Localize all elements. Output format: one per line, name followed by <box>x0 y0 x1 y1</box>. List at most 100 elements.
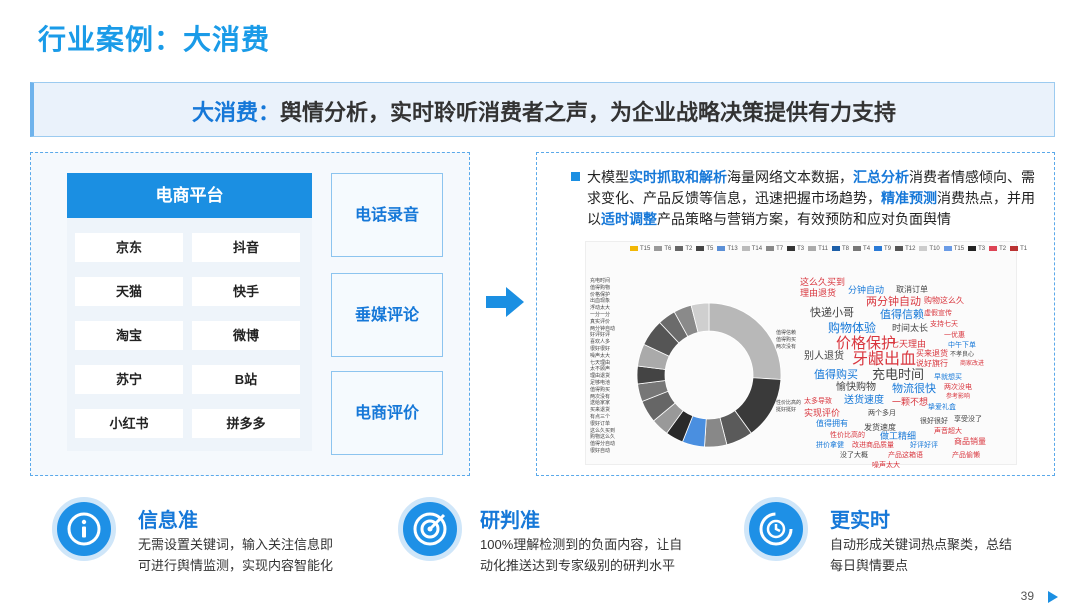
cloud-word: 挚爱礼盒 <box>928 404 956 411</box>
feature-desc: 自动形成关键词热点聚类，总结 每日舆情要点 <box>830 534 1012 576</box>
feature-title: 研判准 <box>480 510 540 532</box>
legend-swatch <box>696 246 705 251</box>
cloud-word: 产品偷懒 <box>952 452 980 459</box>
keyword-word-cloud: 这么久买到 理由退货 分钟自动 取消订单 两分钟自动 购物这么久 快递小哥 值得信赖 虚假宣传支… <box>788 276 1014 470</box>
platform-item: 苏宁 <box>75 365 183 394</box>
topic-donut-chart <box>636 302 782 448</box>
cloud-word: 早就想买 <box>934 374 962 381</box>
cloud-word: 愉快购物 <box>836 382 876 393</box>
feature-desc-line: 无需设置关键词，输入关注信息即 <box>138 537 334 552</box>
cloud-word: 参考影响 <box>946 394 971 400</box>
cloud-word: 支持七天 <box>930 321 958 328</box>
feature-desc-line: 动化推送达到专家级别的研判水平 <box>480 558 676 573</box>
cloud-word: 说好旗行 <box>916 359 948 368</box>
donut-label: 很好订单 <box>590 420 611 427</box>
legend-label: T2 <box>999 246 1007 253</box>
platform-item: 微博 <box>192 321 300 350</box>
cloud-word: 分钟自动 <box>848 285 885 295</box>
donut-left-labels: 充电时间 值得购物 价格保护 出血现象 浮动太大 一分一分 真实评价 两分钟自动 好评好评 喜欢人… <box>590 278 615 455</box>
legend-swatch <box>874 246 883 251</box>
legend-label: T3 <box>978 246 986 253</box>
info-icon <box>52 497 116 561</box>
bullet-icon <box>571 172 580 181</box>
feature-desc-line: 自动形成关键词热点聚类，总结 <box>830 537 1013 552</box>
cloud-word: 值得拥有 <box>816 419 848 428</box>
legend-swatch <box>968 246 977 251</box>
legend-swatch <box>654 246 663 251</box>
cloud-word: 虚假宣传 <box>924 310 952 317</box>
analysis-description: 大模型实时抓取和解析海量网络文本数据，汇总分析消费者情感倾向、需求变化、产品反馈… <box>587 167 1047 230</box>
legend-label: T14 <box>751 246 763 253</box>
cloud-word: 声音超大 <box>934 428 962 435</box>
platform-header: 电商平台 <box>67 173 312 218</box>
donut-slice <box>708 302 782 380</box>
cloud-word: 这么久买到 <box>800 277 846 287</box>
donut-label: 一分一分 <box>590 311 611 318</box>
cloud-word: 改进商品质量 <box>852 442 894 449</box>
clock-icon <box>744 497 808 561</box>
legend-swatch <box>766 246 775 251</box>
legend-swatch <box>1010 246 1019 251</box>
legend-label: T15 <box>953 246 965 253</box>
legend-label: T6 <box>664 246 672 253</box>
legend-label: T1 <box>1020 246 1028 253</box>
legend-label: T7 <box>776 246 784 253</box>
platform-item: 京东 <box>75 233 183 262</box>
cloud-word: 买来退货 <box>916 349 948 358</box>
desc-text: 海量网络文本数据， <box>727 169 853 185</box>
cloud-word: 一优惠 <box>944 332 965 339</box>
desc-highlight: 精准预测 <box>881 190 937 206</box>
cloud-word: 购物这么久 <box>924 296 964 305</box>
donut-label: 值得分自动 <box>590 441 616 448</box>
banner-accent: 大消费： <box>191 100 280 125</box>
feature-desc-line: 100%理解检测到的负面内容，让自 <box>480 537 683 552</box>
feature-desc: 100%理解检测到的负面内容，让自 动化推送达到专家级别的研判水平 <box>480 534 682 576</box>
cloud-word: 两个多月 <box>868 410 896 417</box>
cloud-word: 快递小哥 <box>810 307 854 319</box>
feature-title: 信息准 <box>138 510 198 532</box>
platform-item: 淘宝 <box>75 321 183 350</box>
feature-desc-line: 可进行舆情监测，实现内容智能化 <box>138 558 334 573</box>
donut-label: 值得购物 <box>590 284 611 291</box>
cloud-word: 没了大概 <box>840 452 868 459</box>
cloud-word: 商品销量 <box>954 437 986 446</box>
data-sources-panel: 电商平台 京东 抖音 天猫 快手 淘宝 微博 苏宁 B站 小红书 拼多多 电话录… <box>30 152 470 476</box>
cloud-word: 一颗不想 <box>892 397 929 407</box>
legend-swatch <box>989 246 998 251</box>
legend-swatch <box>787 246 796 251</box>
donut-label: 很好自动 <box>590 447 611 454</box>
legend-swatch <box>895 246 904 251</box>
cloud-word: 送货速度 <box>844 395 884 406</box>
donut-label: 噪声太大 <box>590 352 611 359</box>
banner-text: 大消费：舆情分析，实时聆听消费者之声，为企业战略决策提供有力支持 <box>34 95 1054 127</box>
desc-highlight: 实时抓取和解析 <box>629 169 727 185</box>
cloud-word: 实现评价 <box>804 408 841 418</box>
cloud-word: 两次没电 <box>944 384 972 391</box>
donut-label: 真实评价 <box>590 318 611 325</box>
legend-label: T5 <box>706 246 714 253</box>
cloud-word: 太多导致 <box>804 398 832 405</box>
legend-label: T11 <box>818 246 829 253</box>
legend-swatch <box>717 246 726 251</box>
platform-item: 小红书 <box>75 409 183 438</box>
legend-swatch <box>919 246 928 251</box>
legend-swatch <box>630 246 638 251</box>
platform-item: 天猫 <box>75 277 183 306</box>
legend-swatch <box>943 246 952 251</box>
cloud-word: 性价比高的 <box>830 432 865 439</box>
banner-body: 舆情分析，实时聆听消费者之声，为企业战略决策提供有力支持 <box>280 100 897 125</box>
source-card-reviews: 电商评价 <box>331 371 443 455</box>
legend-label: T8 <box>842 246 850 253</box>
legend-label: T3 <box>797 246 805 253</box>
donut-label: 理由退货 <box>590 373 611 380</box>
platform-item: 快手 <box>192 277 300 306</box>
cloud-word: 价格保护 <box>836 335 897 352</box>
legend-swatch <box>808 246 817 251</box>
page-number: 39 <box>1020 589 1034 603</box>
donut-label: 喜欢人多 <box>590 339 611 346</box>
desc-highlight: 适时调整 <box>601 211 657 227</box>
donut-label: 值得购买 <box>590 386 611 393</box>
donut-label: 充电时间 <box>590 278 611 284</box>
cloud-word: 很好很好 <box>920 418 948 425</box>
headline-banner: 大消费：舆情分析，实时聆听消费者之声，为企业战略决策提供有力支持 <box>30 82 1055 137</box>
